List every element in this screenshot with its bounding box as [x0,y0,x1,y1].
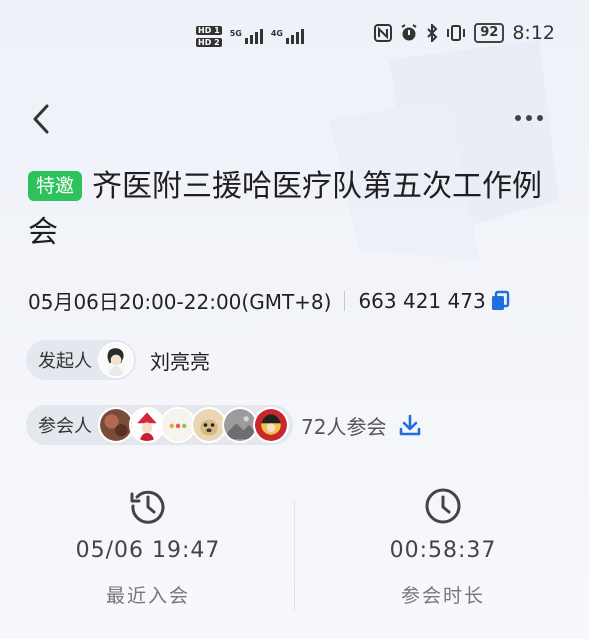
alarm-icon [401,24,417,41]
more-dot-icon [537,115,543,121]
more-dot-icon [526,115,532,121]
participants-label: 参会人 [38,416,92,437]
recent-join-label: 最近入会 [105,585,190,607]
meeting-title-text: 齐医附三援哈医疗队第五次工作例会 [28,169,543,250]
download-icon[interactable] [398,413,422,437]
host-row: 发起人 刘亮亮 [26,340,210,380]
duration-value: 00:58:37 [389,538,497,563]
back-icon[interactable] [28,101,56,137]
clock: 8:12 [512,22,555,44]
meeting-title: 特邀 齐医附三援哈医疗队第五次工作例会 [28,164,568,256]
signal-5g-icon: 5G [230,29,263,44]
network-4g-label: 4G [270,29,283,38]
nfc-icon [374,24,393,42]
duration-stat: 00:58:37 参会时长 [333,486,553,608]
status-bar: HD 1 HD 2 5G 4G 92 8:12 [0,22,589,62]
sim2-hd-badge: HD 2 [196,38,222,47]
clock-icon [425,488,461,524]
history-icon [130,490,165,524]
signal-4g-icon: 4G [271,29,304,44]
network-indicators: HD 1 HD 2 5G 4G [196,26,304,47]
meeting-id[interactable]: 663 421 473 [358,289,485,313]
info-separator [344,290,346,311]
host-avatar [98,342,134,378]
meeting-info-row: 05月06日20:00-22:00(GMT+8) 663 421 473 [28,286,510,315]
participants-chip[interactable]: 参会人 [26,405,293,445]
meeting-datetime: 05月06日20:00-22:00(GMT+8) [28,290,332,314]
sim-badges: HD 1 HD 2 [196,26,222,47]
more-options-button[interactable] [515,108,551,128]
recent-join-value: 05/06 19:47 [75,538,221,563]
stats-divider [294,500,295,610]
sim1-hd-badge: HD 1 [196,26,222,35]
participant-count: 72人参会 [301,414,387,439]
battery-icon: 92 [474,23,505,43]
network-5g-label: 5G [229,29,242,38]
copy-icon[interactable] [490,290,510,312]
more-dot-icon [515,115,521,121]
special-invite-badge: 特邀 [28,171,83,201]
host-label: 发起人 [38,351,92,372]
duration-label: 参会时长 [400,585,485,607]
recent-join-stat: 05/06 19:47 最近入会 [38,486,258,608]
host-name: 刘亮亮 [150,349,210,374]
participants-row: 参会人 72人参会 [26,405,422,445]
vibrate-icon [447,25,466,41]
host-chip[interactable]: 发起人 [26,340,136,380]
system-status: 92 8:12 [374,22,555,44]
participant-avatar [253,407,289,443]
bluetooth-icon [427,24,438,42]
